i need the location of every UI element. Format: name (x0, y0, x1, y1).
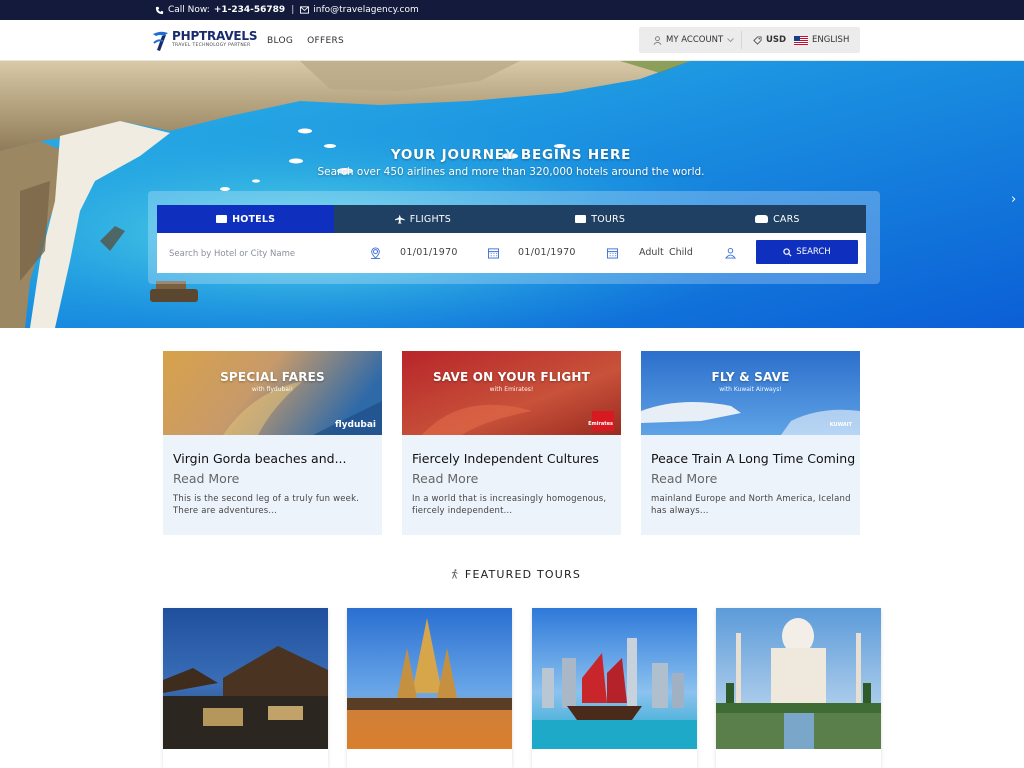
us-flag-icon (794, 35, 808, 45)
promo-banner: SPECIAL FARES with flydubai! flydubai (163, 351, 382, 435)
account-toolbar: MY ACCOUNT USD ENGLISH (639, 27, 860, 53)
tab-cars-label: CARS (773, 213, 800, 225)
language-label: ENGLISH (812, 35, 850, 45)
site-header: PHPTRAVELS TRAVEL TECHNOLOGY PARTNER BLO… (0, 20, 1024, 61)
checkout-date[interactable]: 01/01/1970 (518, 247, 576, 258)
promo-card[interactable]: FLY & SAVE with Kuwait Airways! KUWAIT P… (641, 351, 860, 535)
featured-tours-title: FEATURED TOURS (464, 568, 582, 581)
tab-flights[interactable]: FLIGHTS (334, 205, 511, 233)
kuwait-banner-image (641, 351, 860, 435)
hero-subtitle: Search over 450 airlines and more than 3… (317, 166, 705, 178)
tab-tours-label: TOURS (591, 213, 626, 225)
logo[interactable]: PHPTRAVELS TRAVEL TECHNOLOGY PARTNER (152, 28, 258, 54)
toolbar-divider (741, 31, 742, 49)
chevron-right-icon[interactable]: › (1011, 192, 1016, 207)
promo-excerpt: In a world that is increasingly homogeno… (412, 494, 607, 516)
hero-title: YOUR JOURNEY BEGINS HERE (390, 147, 632, 163)
promo-excerpt: mainland Europe and North America, Icela… (651, 494, 851, 516)
promo-banner-subtitle: with Kuwait Airways! (719, 386, 782, 393)
calendar-icon (607, 248, 618, 259)
promo-banner-title: FLY & SAVE (711, 370, 790, 384)
tab-cars[interactable]: CARS (689, 205, 866, 233)
logo-text: PHPTRAVELS (172, 29, 258, 43)
tour-card[interactable] (532, 608, 697, 768)
search-button-label: SEARCH (796, 247, 831, 257)
chevron-down-icon (727, 37, 735, 42)
bed-icon (216, 215, 228, 223)
promo-title[interactable]: Peace Train A Long Time Coming (651, 451, 855, 466)
kuwait-airways-logo: KUWAIT (829, 422, 852, 428)
tab-hotels-label: HOTELS (232, 213, 276, 225)
topbar-separator: | (291, 5, 295, 15)
mail-icon (300, 6, 310, 14)
tour-card[interactable] (347, 608, 512, 768)
logo-mark-icon (153, 31, 168, 51)
tab-tours[interactable]: TOURS (512, 205, 689, 233)
tour-card[interactable] (716, 608, 881, 768)
tour-image-harbor-junk (532, 608, 697, 749)
promo-title[interactable]: Fiercely Independent Cultures (412, 451, 599, 466)
car-icon (755, 215, 769, 223)
search-button[interactable]: SEARCH (756, 240, 858, 264)
phone-icon (155, 6, 164, 14)
tab-flights-label: FLIGHTS (409, 213, 452, 225)
promo-banner: FLY & SAVE with Kuwait Airways! KUWAIT (641, 351, 860, 435)
promo-banner-title: SAVE ON YOUR FLIGHT (432, 370, 590, 384)
hotel-search-input[interactable] (169, 245, 359, 263)
currency-selector[interactable]: USD (753, 27, 786, 53)
user-icon (653, 35, 662, 45)
tour-card[interactable] (163, 608, 328, 768)
promo-card[interactable]: SPECIAL FARES with flydubai! flydubai Vi… (163, 351, 382, 535)
checkin-date[interactable]: 01/01/1970 (400, 247, 458, 258)
flydubai-logo: flydubai (335, 420, 376, 430)
plane-icon (394, 214, 405, 224)
guests-child[interactable]: Child (669, 247, 693, 258)
hotel-search-form: 01/01/1970 01/01/1970 Adult Child SEARCH (157, 233, 866, 273)
read-more-link[interactable]: Read More (412, 471, 478, 486)
phone-number[interactable]: +1-234-56789 (214, 5, 285, 15)
tab-hotels[interactable]: HOTELS (157, 205, 335, 233)
my-account-dropdown[interactable]: MY ACCOUNT (653, 27, 735, 53)
tour-image-water-villas (163, 608, 328, 749)
promo-card[interactable]: SAVE ON YOUR FLIGHT with Emirates! Emira… (402, 351, 621, 535)
suitcase-icon (575, 215, 587, 223)
location-icon (370, 247, 381, 259)
tour-image-taj-mahal (716, 608, 881, 749)
language-selector[interactable]: ENGLISH (794, 27, 849, 53)
user-icon (725, 247, 736, 259)
top-bar: Call Now: +1-234-56789 | info@travelagen… (0, 0, 1024, 20)
promo-excerpt: This is the second leg of a truly fun we… (173, 494, 360, 516)
promo-banner-title: SPECIAL FARES (220, 370, 325, 384)
tour-image-temple (347, 608, 512, 749)
search-icon (783, 247, 792, 257)
calendar-icon (488, 248, 499, 259)
currency-label: USD (766, 35, 787, 45)
nav-blog[interactable]: BLOG (267, 36, 293, 46)
phone-prefix: Call Now: (168, 5, 210, 15)
promo-banner-subtitle: with Emirates! (489, 386, 534, 393)
promo-title[interactable]: Virgin Gorda beaches and... (173, 451, 347, 466)
hiker-icon (451, 569, 458, 579)
nav-offers[interactable]: OFFERS (307, 36, 344, 46)
read-more-link[interactable]: Read More (651, 471, 717, 486)
guests-adult[interactable]: Adult (639, 247, 664, 258)
promo-banner: SAVE ON YOUR FLIGHT with Emirates! Emira… (402, 351, 621, 435)
promo-banner-subtitle: with flydubai! (251, 386, 294, 393)
main-nav: BLOG OFFERS (267, 20, 344, 61)
logo-tagline: TRAVEL TECHNOLOGY PARTNER (172, 43, 251, 48)
emirates-logo: Emirates (588, 421, 613, 427)
featured-tours-heading: FEATURED TOURS (0, 568, 1024, 581)
read-more-link[interactable]: Read More (173, 471, 239, 486)
email-link[interactable]: info@travelagency.com (313, 5, 419, 15)
search-tabs: HOTELS FLIGHTS TOURS CARS (157, 205, 866, 233)
tag-icon (753, 35, 762, 45)
my-account-label: MY ACCOUNT (666, 35, 724, 45)
